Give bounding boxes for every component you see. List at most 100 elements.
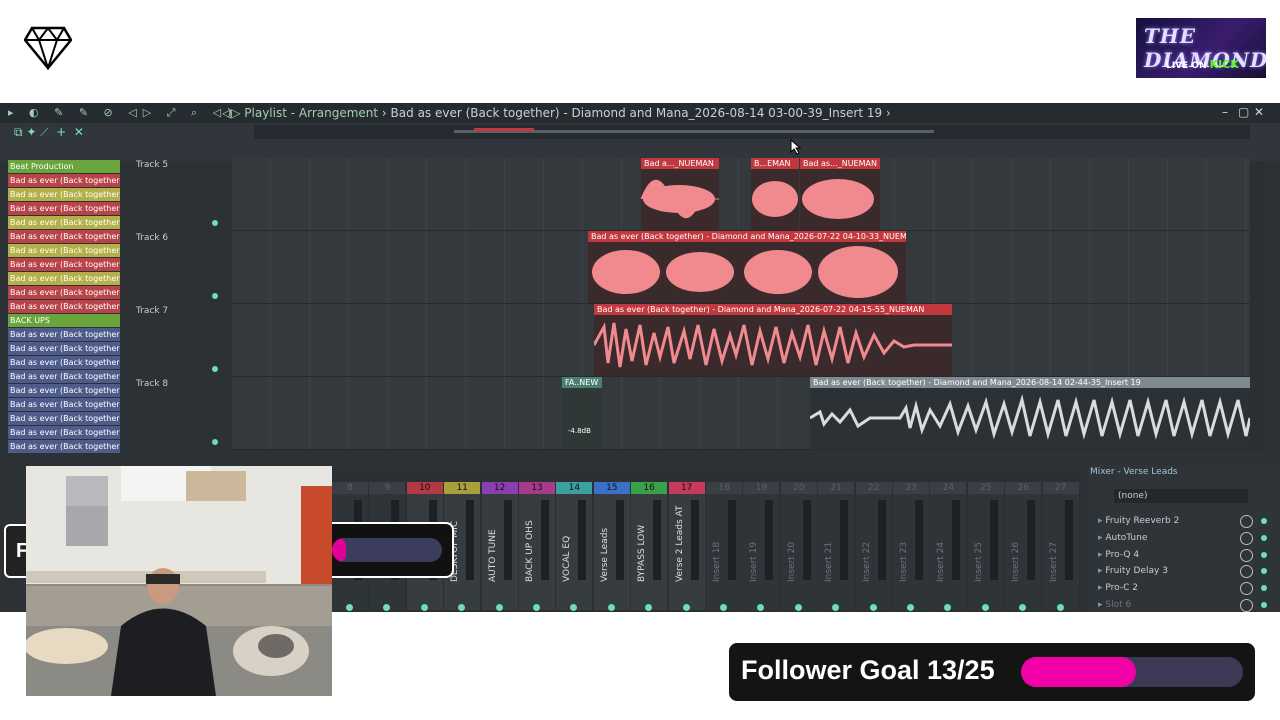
mixer-fader[interactable]	[840, 500, 849, 580]
picker-item[interactable]: Bad as ever (Back together)...	[8, 440, 120, 453]
mixer-strip[interactable]: 20 Insert 20	[780, 482, 817, 611]
track-5-lane[interactable]: Bad a..._NUEMAN B...EMAN Bad as..._NUEMA…	[232, 158, 1250, 231]
picker-item[interactable]: Bad as ever (Back together)...	[8, 356, 120, 369]
mixer-knob[interactable]	[832, 604, 840, 611]
mixer-strip[interactable]: 17 Verse 2 Leads AT	[668, 482, 705, 611]
clip-5a[interactable]: Bad a..._NUEMAN	[641, 158, 719, 230]
mixer-knob[interactable]	[570, 604, 578, 611]
mixer-fader[interactable]	[503, 500, 512, 580]
mixer-fader[interactable]	[541, 500, 549, 580]
vertical-scrollbar[interactable]	[1250, 161, 1264, 451]
maximize-icon[interactable]: ▢	[1238, 105, 1249, 119]
picker-item[interactable]: Bad as ever (Back together)...	[8, 244, 120, 257]
mixer-strip[interactable]: 22 Insert 22	[855, 482, 892, 611]
track-7-header[interactable]: Track 7	[136, 306, 224, 316]
track-7-lane[interactable]: Bad as ever (Back together) - Diamond an…	[232, 304, 1250, 377]
fx-mix-knob-icon[interactable]	[1240, 565, 1253, 579]
mixer-fader[interactable]	[690, 500, 699, 580]
snap-tools-icon[interactable]: ⧉ ✦ ⟋ + ✕	[14, 125, 84, 140]
close-icon[interactable]: ✕	[1254, 105, 1264, 119]
picker-item[interactable]: Bad as ever (Back together)...	[8, 328, 120, 341]
mixer-knob[interactable]	[495, 604, 503, 611]
track-5-header[interactable]: Track 5	[136, 160, 224, 170]
mixer-fader[interactable]	[653, 500, 662, 580]
fx-slot[interactable]: ▸ Slot 6	[1098, 597, 1273, 612]
picker-item[interactable]: Bad as ever (Back together)...	[8, 202, 120, 215]
mixer-knob[interactable]	[720, 604, 727, 611]
mixer-strip[interactable]: 19 Insert 19	[743, 482, 780, 611]
mixer-knob[interactable]	[682, 604, 690, 611]
mixer-strip[interactable]: 21 Insert 21	[818, 482, 855, 611]
clip-8b[interactable]: Bad as ever (Back together) - Diamond an…	[810, 377, 1250, 449]
fx-slot[interactable]: ▸ Pro-Q 4	[1098, 547, 1273, 563]
mixer-fader[interactable]	[915, 500, 923, 580]
mixer-knob[interactable]	[944, 604, 952, 611]
track-8-led[interactable]	[212, 439, 218, 445]
fx-enable-led[interactable]	[1261, 568, 1267, 575]
mixer-strip[interactable]: 24 Insert 24	[930, 482, 967, 611]
playlist-tools-icon[interactable]: ▸ ◐ ✎ ✎ ⊘ ◁▷ ⤢ ⌕ ◁)	[8, 106, 237, 120]
picker-item[interactable]: Bad as ever (Back together)...	[8, 412, 120, 425]
mixer-fader[interactable]	[952, 500, 961, 580]
fx-mix-knob-icon[interactable]	[1240, 531, 1253, 545]
mixer-knob[interactable]	[907, 604, 914, 611]
picker-item[interactable]: Bad as ever (Back together)...	[8, 258, 120, 271]
mixer-knob[interactable]	[607, 604, 615, 611]
mixer-fader[interactable]	[578, 500, 587, 580]
mixer-strip[interactable]: 27 Insert 27	[1042, 482, 1079, 611]
fx-slot[interactable]: ▸ Fruity Delay 3	[1098, 563, 1273, 579]
clip-6[interactable]: Bad as ever (Back together) - Diamond an…	[588, 231, 906, 303]
mixer-fader[interactable]	[877, 500, 886, 580]
track-6-header[interactable]: Track 6	[136, 233, 224, 243]
mixer-strip[interactable]: 12 AUTO TUNE	[481, 482, 518, 611]
mixer-fader[interactable]	[615, 500, 624, 580]
picker-item[interactable]: Bad as ever (Back together)...	[8, 216, 120, 229]
mixer-fader[interactable]	[1064, 500, 1073, 580]
mixer-strip[interactable]: 23 Insert 23	[893, 482, 929, 611]
picker-item[interactable]: Bad as ever (Back together)...	[8, 286, 120, 299]
mixer-fader[interactable]	[728, 500, 736, 580]
mixer-fader[interactable]	[1027, 500, 1036, 580]
picker-item[interactable]: Beat Production	[8, 160, 120, 173]
picker-item[interactable]: Bad as ever (Back together)...	[8, 384, 120, 397]
fx-enable-led[interactable]	[1261, 534, 1267, 541]
fx-mix-knob-icon[interactable]	[1240, 515, 1253, 528]
track-6-lane[interactable]: Bad as ever (Back together) - Diamond an…	[232, 231, 1250, 304]
mixer-fader[interactable]	[802, 500, 811, 580]
mixer-strip[interactable]: 26 Insert 26	[1005, 482, 1042, 611]
mixer-strip[interactable]: 25 Insert 25	[967, 482, 1004, 611]
track-7-led[interactable]	[212, 366, 218, 372]
mixer-knob[interactable]	[794, 604, 802, 611]
mixer-knob[interactable]	[757, 604, 765, 611]
track-8-lane[interactable]: FA..NEW -4.8dB Bad as ever (Back togethe…	[232, 377, 1250, 450]
mixer-knob[interactable]	[869, 604, 877, 611]
picker-item[interactable]: Bad as ever (Back together)...	[8, 230, 120, 243]
mixer-strip[interactable]: 14 VOCAL EQ	[556, 482, 593, 611]
mixer-fader[interactable]	[466, 500, 475, 580]
picker-item[interactable]: Bad as ever (Back together)...	[8, 398, 120, 411]
fx-enable-led[interactable]	[1261, 518, 1267, 524]
picker-item[interactable]: Bad as ever (Back together)...	[8, 342, 120, 355]
mixer-strip[interactable]: 15 Verse Leads	[593, 482, 630, 611]
fx-mix-knob-icon[interactable]	[1240, 599, 1253, 612]
mixer-knob[interactable]	[533, 604, 540, 611]
clip-8a[interactable]: FA..NEW -4.8dB	[562, 377, 602, 449]
clip-5c[interactable]: Bad as..._NUEMAN	[800, 158, 880, 230]
mixer-strip[interactable]: 13 BACK UP OHS	[519, 482, 555, 611]
fx-slot[interactable]: ▸ Fruity Reeverb 2	[1098, 513, 1273, 529]
mixer-knob[interactable]	[981, 604, 989, 611]
mixer-fader[interactable]	[989, 500, 998, 580]
clip-5b[interactable]: B...EMAN	[751, 158, 799, 230]
mixer-knob[interactable]	[458, 604, 466, 611]
fx-enable-led[interactable]	[1261, 585, 1267, 592]
picker-item[interactable]: Bad as ever (Back together)...	[8, 174, 120, 187]
mixer-fader[interactable]	[765, 500, 774, 580]
track-6-led[interactable]	[212, 293, 218, 299]
fx-enable-led[interactable]	[1261, 551, 1267, 558]
fx-mix-knob-icon[interactable]	[1240, 548, 1253, 562]
picker-item[interactable]: BACK UPS	[8, 314, 120, 327]
picker-item[interactable]: Bad as ever (Back together)...	[8, 426, 120, 439]
track-8-header[interactable]: Track 8	[136, 379, 224, 389]
overview-strip[interactable]	[254, 125, 1250, 139]
fx-slot[interactable]: ▸ AutoTune	[1098, 530, 1273, 546]
